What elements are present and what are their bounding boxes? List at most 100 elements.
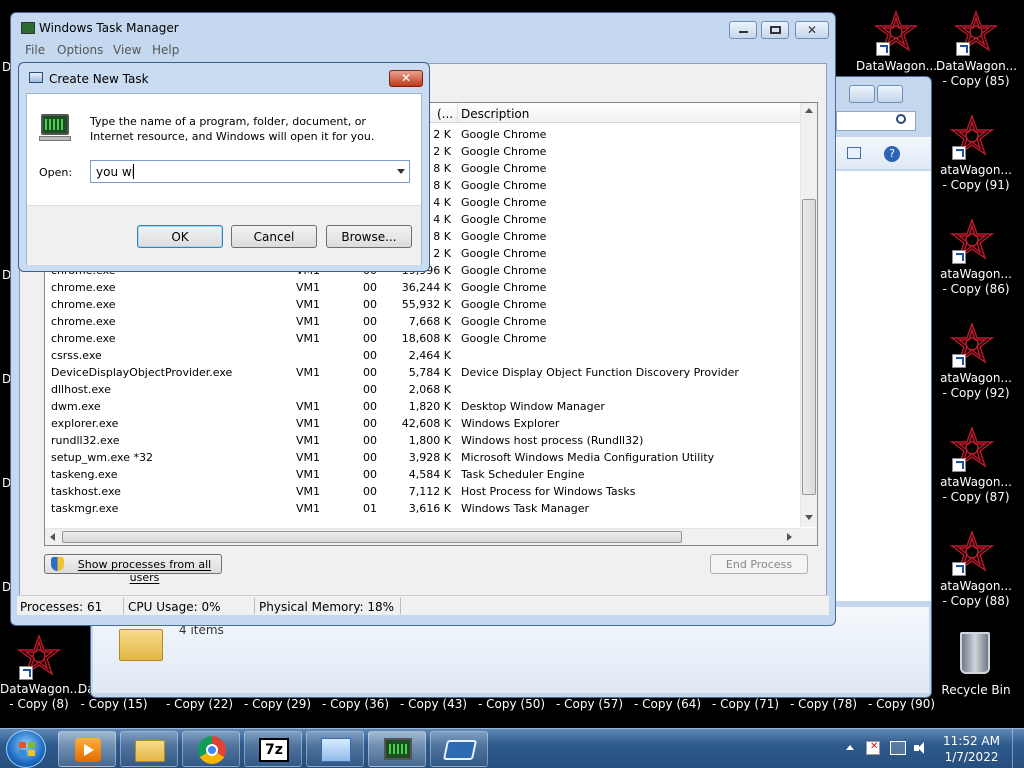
scroll-up-arrow[interactable] (805, 108, 813, 113)
description-cell: Windows host process (Rundll32) (461, 434, 644, 447)
desktop-icon-datawagon[interactable]: ataWagon... - Copy (88) (936, 528, 1016, 610)
table-row[interactable]: chrome.exe VM1 00 55,932 K Google Chrome (45, 296, 790, 313)
close-button[interactable]: ✕ (389, 70, 423, 87)
search-icon[interactable] (896, 114, 906, 124)
user-name-cell: VM1 (296, 366, 321, 379)
table-row[interactable]: chrome.exe VM1 00 18,608 K Google Chrome (45, 330, 790, 347)
cpu-cell: 00 (363, 366, 377, 379)
desktop-icon-datawagon[interactable]: ataWagon... - Copy (91) (936, 112, 1016, 194)
taskbar-app-window[interactable] (430, 731, 488, 767)
preview-pane-icon[interactable] (847, 147, 861, 159)
ok-button[interactable]: OK (137, 225, 223, 248)
taskbar-7zip[interactable]: 7z (244, 731, 302, 767)
table-row[interactable]: setup_wm.exe *32 VM1 00 3,928 K Microsoft Wi… (45, 449, 790, 466)
desktop-icon-label[interactable]: - Copy (64) (634, 697, 701, 711)
scroll-down-arrow[interactable] (805, 515, 813, 520)
desktop-icon-label[interactable]: - Copy (43) (400, 697, 467, 711)
cpu-cell: 00 (363, 451, 377, 464)
column-header-memory[interactable]: (... (437, 107, 453, 121)
taskbar-task-manager[interactable] (368, 731, 426, 767)
window-title: Windows Task Manager (39, 21, 179, 35)
network-icon[interactable] (890, 741, 906, 755)
table-row[interactable]: taskmgr.exe VM1 01 3,616 K Windows Task Mana… (45, 500, 790, 517)
desktop-icon-datawagon[interactable]: DataWagon.... - Copy (8) (0, 632, 85, 714)
datawagon-icon (949, 529, 995, 576)
table-row[interactable]: DeviceDisplayObjectProvider.exe VM1 00 5,78… (45, 364, 790, 381)
scroll-right-arrow[interactable] (787, 533, 792, 541)
maximize-button[interactable] (877, 85, 903, 103)
table-row[interactable]: taskhost.exe VM1 00 7,112 K Host Process for… (45, 483, 790, 500)
dialog-titlebar[interactable]: Create New Task ✕ (19, 63, 429, 93)
close-button[interactable]: ✕ (795, 21, 829, 39)
horizontal-scrollbar[interactable] (45, 528, 801, 545)
desktop-icon-label[interactable]: - Copy (29) (244, 697, 311, 711)
table-row[interactable]: dllhost.exe 00 2,068 K (45, 381, 790, 398)
memory-cell: 18,608 K (401, 332, 451, 345)
vertical-scrollbar[interactable] (800, 103, 817, 527)
memory-cell: 3,616 K (408, 502, 451, 515)
create-new-task-dialog[interactable]: Create New Task ✕ Type the name of a pro… (18, 62, 430, 272)
table-row[interactable]: rundll32.exe VM1 00 1,800 K Windows host pro… (45, 432, 790, 449)
description-cell: Task Scheduler Engine (461, 468, 585, 481)
show-desktop-button[interactable] (1012, 729, 1024, 768)
taskbar-explorer[interactable] (120, 731, 178, 767)
maximize-button[interactable] (761, 21, 789, 39)
desktop-icon-datawagon[interactable]: ataWagon... - Copy (86) (936, 216, 1016, 298)
menu-help[interactable]: Help (152, 43, 179, 57)
task-manager-titlebar[interactable]: Windows Task Manager ✕ (11, 13, 835, 43)
taskbar-media-player[interactable] (58, 731, 116, 767)
image-name-cell: chrome.exe (51, 281, 116, 294)
desktop-icon-label[interactable]: - Copy (50) (478, 697, 545, 711)
table-row[interactable]: csrss.exe 00 2,464 K (45, 347, 790, 364)
cpu-cell: 00 (363, 417, 377, 430)
desktop-icon-datawagon[interactable]: ataWagon... - Copy (92) (936, 320, 1016, 402)
desktop-icon-label: Recycle Bin (941, 683, 1011, 697)
dialog-description: Type the name of a program, folder, docu… (90, 115, 375, 143)
minimize-button[interactable] (729, 21, 757, 39)
table-row[interactable]: chrome.exe VM1 00 36,244 K Google Chrome (45, 279, 790, 296)
table-row[interactable]: chrome.exe VM1 00 7,668 K Google Chrome (45, 313, 790, 330)
help-icon[interactable]: ? (884, 146, 900, 162)
taskbar-chrome[interactable] (182, 731, 240, 767)
browse-button[interactable]: Browse... (326, 225, 412, 248)
menu-file[interactable]: File (25, 43, 45, 57)
system-clock[interactable]: 11:52 AM 1/7/2022 (943, 733, 1000, 765)
desktop-icon-datawagon[interactable]: DataWagon... - Copy (85) (936, 8, 1017, 90)
desktop-icon-recycle-bin[interactable]: Recycle Bin (936, 630, 1016, 700)
minimize-button[interactable] (849, 85, 875, 103)
show-hidden-icons[interactable] (846, 745, 854, 750)
menu-view[interactable]: View (113, 43, 141, 57)
volume-icon[interactable] (914, 741, 928, 755)
table-row[interactable]: explorer.exe VM1 00 42,608 K Windows Explore… (45, 415, 790, 432)
open-input[interactable]: you wi (96, 165, 135, 179)
desktop-icon-label[interactable]: - Copy (71) (712, 697, 779, 711)
desktop-icon-label[interactable]: - Copy (36) (322, 697, 389, 711)
table-row[interactable]: dwm.exe VM1 00 1,820 K Desktop Window Manage… (45, 398, 790, 415)
scroll-left-arrow[interactable] (50, 533, 55, 541)
action-center-icon[interactable]: ✕ (866, 741, 880, 755)
desktop-icon-label[interactable]: - Copy (22) (166, 697, 233, 711)
memory-cell: 42,608 K (401, 417, 451, 430)
end-process-button[interactable]: End Process (710, 554, 808, 574)
description-cell: Google Chrome (461, 145, 547, 158)
description-cell: Google Chrome (461, 213, 547, 226)
task-manager-icon (384, 738, 412, 760)
cancel-button[interactable]: Cancel (231, 225, 317, 248)
desktop-icon-label[interactable]: - Copy (90) (868, 697, 935, 711)
chevron-down-icon[interactable] (397, 169, 405, 174)
desktop-icon-label[interactable]: - Copy (57) (556, 697, 623, 711)
desktop-icon-datawagon[interactable]: ataWagon... - Copy (87) (936, 424, 1016, 506)
show-all-users-button[interactable]: Show processes from all users (44, 554, 222, 584)
7zip-icon: 7z (259, 738, 289, 762)
desktop-icon-label: DataWagon... (856, 59, 938, 73)
menu-options[interactable]: Options (57, 43, 103, 57)
hscroll-thumb[interactable] (62, 531, 682, 543)
table-row[interactable]: taskeng.exe VM1 00 4,584 K Task Scheduler En… (45, 466, 790, 483)
scroll-thumb[interactable] (802, 199, 816, 495)
explorer-scroll-arrow[interactable] (911, 171, 929, 181)
taskbar-control-panel[interactable] (306, 731, 364, 767)
open-combobox[interactable]: you wi (90, 160, 410, 183)
start-button[interactable] (6, 730, 46, 768)
desktop-icon-label[interactable]: - Copy (78) (790, 697, 857, 711)
column-header-description[interactable]: Description (461, 107, 529, 121)
